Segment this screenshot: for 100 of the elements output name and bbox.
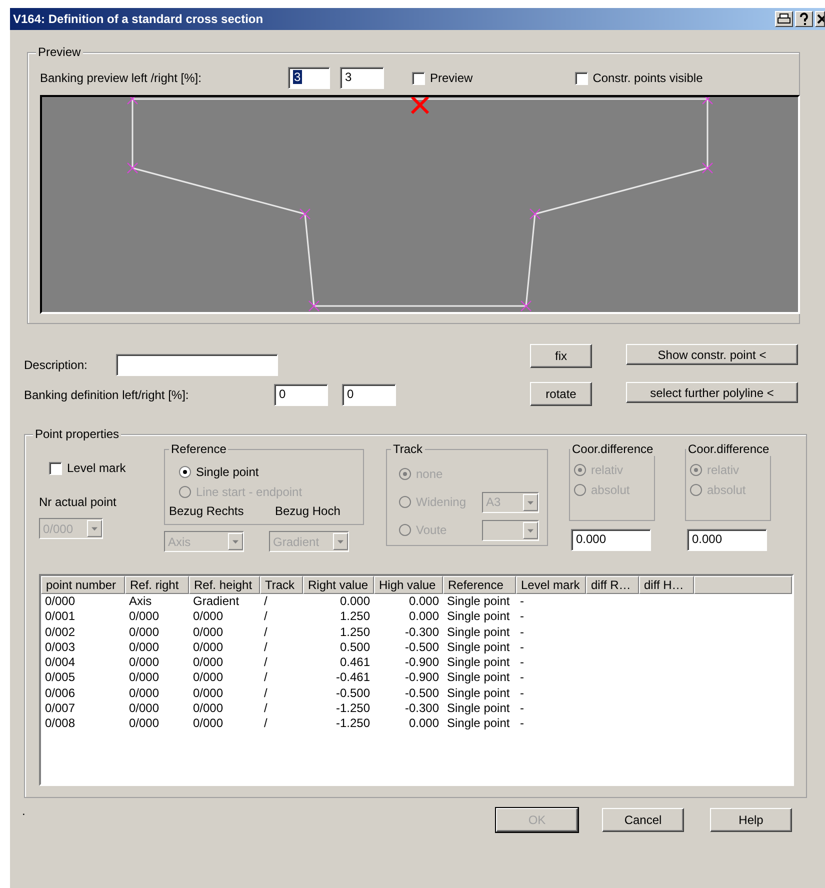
point-marker [300,208,310,220]
table-cell-text: -0.300 [404,624,440,640]
table-cell-text: 0/000 [192,701,224,716]
table-cell-text: / [263,686,268,702]
radio-label: Single point [196,465,259,479]
field-label: Bezug Hoch [275,504,340,518]
column-header[interactable]: High value [374,576,443,594]
action-button[interactable]: select further polyline < [626,382,798,403]
help-icon[interactable] [795,11,813,27]
input-field[interactable]: 0 [342,384,396,406]
point-marker [520,300,532,312]
input-field[interactable]: 0 [274,384,328,406]
point-marker [308,300,320,312]
checkbox-label: Level mark [67,461,126,475]
column-header[interactable]: Ref. height [189,576,260,594]
checkbox-label: Preview [430,71,473,85]
table-cell-text: -0.900 [404,655,440,670]
table-cell-text: 0/000 [128,716,160,732]
table-cell-text: 0/007 [44,701,76,716]
field-label: Banking definition left/right [%]: [24,388,190,402]
group-legend: Track [391,442,425,456]
group-legend: Coor.difference [570,442,656,456]
table-cell-text: 0/001 [44,609,76,625]
field-value: 3 [293,70,302,84]
table-cell-text: - [519,701,525,716]
table-cell-text: / [263,594,268,610]
table-cell-text: 0/000 [192,640,224,656]
table-cell-text: - [519,716,525,732]
column-header[interactable]: Reference [443,576,516,594]
axis-marker [410,96,430,114]
action-button[interactable]: fix [530,344,592,368]
table-cell-text: Single point [446,655,511,670]
table-cell-text: Single point [446,670,511,686]
table-cell-text: / [263,670,268,686]
table-cell-text: Axis [128,594,153,610]
table-cell-text: - [519,670,525,686]
table-cell-text: Single point [446,686,511,702]
table-cell-text: / [263,716,268,732]
field-label: Description: [24,358,88,372]
field-label: Nr actual point [39,495,118,509]
table-cell-text: 0/000 [192,655,224,670]
action-button[interactable]: Show constr. point < [626,344,798,365]
field-value: 3 [345,70,352,84]
action-button[interactable]: rotate [530,382,592,406]
table-cell-text: 0/004 [44,655,76,670]
table-cell-text: 0/006 [44,686,76,702]
input-field[interactable] [116,354,278,376]
radio-button[interactable] [179,466,191,478]
table-cell-text: -0.900 [404,670,440,686]
group-legend: Reference [169,442,228,456]
table-cell-text: / [263,701,268,716]
table-cell-text: / [263,640,268,656]
column-header[interactable]: point number [41,576,125,594]
checkbox-label: Constr. points visible [592,71,703,85]
table-cell-text: 0.000 [338,594,371,610]
status-text: . [22,808,26,820]
dialog-button[interactable]: Cancel [602,808,684,832]
table-cell-text: 1.250 [338,609,371,625]
dialog-button[interactable]: Help [710,808,792,832]
printer-icon[interactable] [775,11,793,27]
table-cell-text: 0/000 [192,609,224,625]
input-field[interactable]: 3 [340,67,384,89]
table-cell-text: 0/000 [192,624,224,640]
column-header[interactable]: Ref. right [125,576,189,594]
point-marker [127,162,138,174]
table-cell-text: 0/000 [128,655,160,670]
column-header[interactable]: Level mark [516,576,586,594]
table-cell-text: Single point [446,640,511,656]
table-cell-text: 0.461 [338,655,371,670]
table-cell-text: -0.500 [404,640,440,656]
point-marker [702,95,713,104]
table-cell-text: 0/000 [128,670,160,686]
column-header[interactable]: Right value [303,576,374,594]
table-cell-text: 0/008 [44,716,76,732]
table-cell-text: Single point [446,624,511,640]
table-cell-text: -1.250 [334,716,371,732]
table-cell-text: / [263,609,268,625]
table-cell-text: 0/005 [44,670,76,686]
group-legend: Coor.difference [686,442,772,456]
group-legend: Preview [36,45,83,59]
table-cell-text: - [519,594,525,610]
checkbox[interactable] [412,72,425,84]
point-marker [127,95,138,104]
column-header[interactable]: Track [260,576,303,594]
table-cell-text: 0/000 [128,624,160,640]
checkbox[interactable] [49,462,62,474]
table-cell-text: 0/000 [128,640,160,656]
table-cell-text: 0.500 [338,640,371,656]
column-header[interactable]: diff H… [639,576,694,594]
close-icon[interactable] [815,11,825,27]
input-field[interactable]: 3 [288,67,330,89]
column-header[interactable]: diff R… [586,576,639,594]
table-cell-text: - [519,624,525,640]
checkbox[interactable] [574,72,588,84]
table-cell-text: 0.000 [408,609,440,625]
table-cell-text: - [519,640,525,656]
table-cell-text: -0.500 [334,686,371,702]
table-cell-text: -0.300 [404,701,440,716]
point-marker [702,162,713,174]
table-cell-text: -0.461 [334,670,371,686]
